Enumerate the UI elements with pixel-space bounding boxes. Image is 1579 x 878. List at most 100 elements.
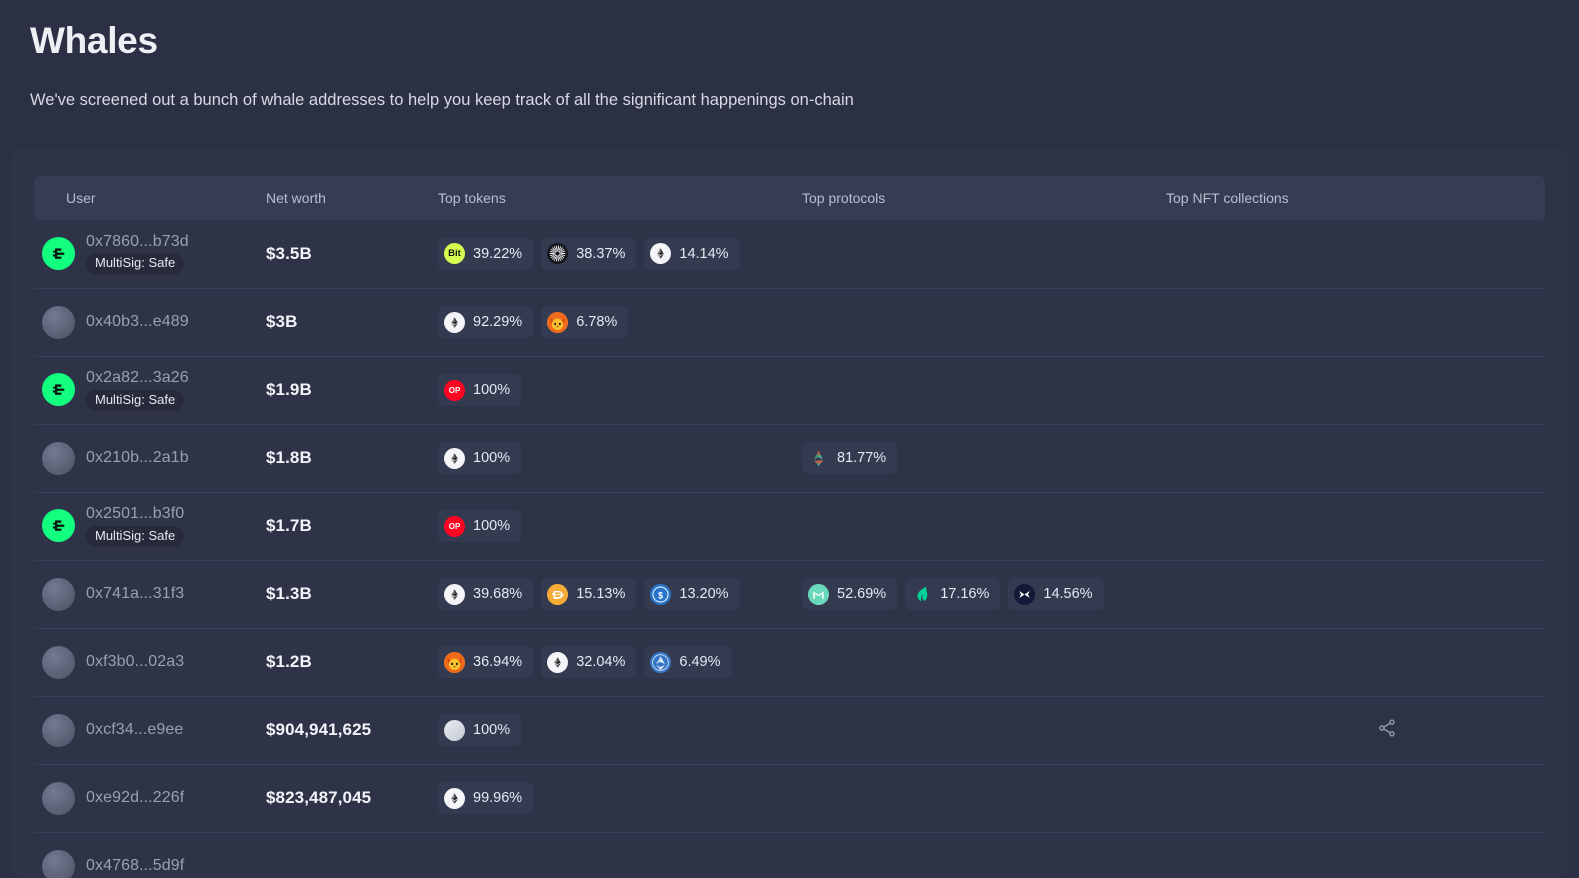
cell-top-protocols: [802, 492, 1166, 560]
networth-value: $1.7B: [266, 516, 312, 535]
token-badge-row: 39.68% 15.13% $13.20%: [438, 578, 802, 610]
table-row[interactable]: 0x4768...5d9f: [34, 832, 1545, 878]
token-badge[interactable]: 99.96%: [438, 782, 533, 814]
cell-top-tokens: 99.96%: [438, 764, 802, 832]
blank-avatar: [42, 578, 75, 611]
protocol-badge[interactable]: 52.69%: [802, 578, 897, 610]
token-badge-percent: 13.20%: [679, 586, 728, 602]
user-address[interactable]: 0xcf34...e9ee: [86, 721, 183, 739]
token-badge[interactable]: 32.04%: [541, 646, 636, 678]
table-row[interactable]: 0xe92d...226f$823,487,04599.96%: [34, 764, 1545, 832]
table-row[interactable]: 0x2501...b3f0 MultiSig: Safe $1.7B OP100%: [34, 492, 1545, 560]
token-badge-percent: 99.96%: [473, 790, 522, 806]
token-badge[interactable]: 92.29%: [438, 306, 533, 338]
user-meta: 0x7860...b73dMultiSig: Safe: [86, 233, 189, 275]
token-badge-percent: 32.04%: [576, 654, 625, 670]
page-title: Whales: [30, 18, 1549, 64]
token-badge-percent: 100%: [473, 518, 510, 534]
cell-top-protocols: [802, 220, 1166, 288]
blank-avatar: [42, 646, 75, 679]
table-body: 0x7860...b73dMultiSig: Safe$3.5BBit39.22…: [34, 220, 1545, 878]
whales-table-card: User Net worth Top tokens Top protocols …: [10, 148, 1569, 878]
token-badge[interactable]: OP100%: [438, 510, 521, 542]
safe-avatar: [42, 237, 75, 270]
token-badge[interactable]: 14.14%: [644, 238, 739, 270]
user-address[interactable]: 0x40b3...e489: [86, 313, 189, 331]
column-header-tokens[interactable]: Top tokens: [438, 176, 802, 220]
protocol-badge-row: 81.77%: [802, 442, 1166, 474]
user-tag-badge: MultiSig: Safe: [86, 526, 184, 547]
cell-user: 0x2a82...3a26MultiSig: Safe: [34, 356, 266, 424]
eth-token-icon: [444, 312, 465, 333]
cell-networth: $3.5B: [266, 220, 438, 288]
token-badge[interactable]: $13.20%: [644, 578, 739, 610]
table-row[interactable]: 0x2a82...3a26MultiSig: Safe$1.9BOP100%: [34, 356, 1545, 424]
user-address[interactable]: 0x741a...31f3: [86, 585, 184, 603]
cell-top-nft-collections: [1166, 696, 1545, 764]
user-address[interactable]: 0x210b...2a1b: [86, 449, 189, 467]
protocol-badge-percent: 52.69%: [837, 586, 886, 602]
token-badge[interactable]: 15.13%: [541, 578, 636, 610]
table-row[interactable]: 0xcf34...e9ee $904,941,625100%: [34, 696, 1545, 764]
token-badge[interactable]: OP100%: [438, 374, 521, 406]
user-cell: 0x210b...2a1b: [34, 442, 266, 475]
compound-protocol-icon: [911, 584, 932, 605]
token-badge-row: 99.96%: [438, 782, 802, 814]
user-address[interactable]: 0x4768...5d9f: [86, 857, 184, 875]
shib-token-icon: [444, 652, 465, 673]
token-badge[interactable]: 36.94%: [438, 646, 533, 678]
cell-networth: $1.3B: [266, 560, 438, 628]
table-row[interactable]: 0xf3b0...02a3 $1.2B36.94% 32.04% 6.49%: [34, 628, 1545, 696]
user-cell: 0x2a82...3a26MultiSig: Safe: [34, 369, 266, 411]
user-meta: 0x2501...b3f0 MultiSig: Safe: [86, 505, 184, 547]
column-header-nfts[interactable]: Top NFT collections: [1166, 176, 1545, 220]
cell-user: 0x210b...2a1b: [34, 424, 266, 492]
token-badge[interactable]: Bit39.22%: [438, 238, 533, 270]
token-badge[interactable]: 6.78%: [541, 306, 628, 338]
table-header: User Net worth Top tokens Top protocols …: [34, 176, 1545, 220]
column-header-protocols[interactable]: Top protocols: [802, 176, 1166, 220]
user-cell: 0x741a...31f3: [34, 578, 266, 611]
user-address[interactable]: 0x7860...b73d: [86, 233, 189, 251]
token-badge[interactable]: 100%: [438, 442, 521, 474]
table-row[interactable]: 0x210b...2a1b$1.8B100%81.77%: [34, 424, 1545, 492]
token-badge-percent: 15.13%: [576, 586, 625, 602]
dai-token-icon: [547, 584, 568, 605]
protocol-badge[interactable]: 17.16%: [905, 578, 1000, 610]
column-header-user[interactable]: User: [34, 176, 266, 220]
table-row[interactable]: 0x7860...b73dMultiSig: Safe $3.5BBit39.22…: [34, 220, 1545, 288]
token-badge-row: OP100%: [438, 374, 802, 406]
column-header-networth[interactable]: Net worth: [266, 176, 438, 220]
user-cell: 0x40b3...e489: [34, 306, 266, 339]
protocol-badge[interactable]: 14.56%: [1008, 578, 1103, 610]
user-address[interactable]: 0x2501...b3f0: [86, 505, 184, 523]
eth-token-icon: [444, 584, 465, 605]
cell-top-tokens: 39.68% 15.13% $13.20%: [438, 560, 802, 628]
user-address[interactable]: 0xf3b0...02a3: [86, 653, 184, 671]
user-cell: 0xe92d...226f: [34, 782, 266, 815]
cell-user: 0x7860...b73dMultiSig: Safe: [34, 220, 266, 288]
table-row[interactable]: 0x40b3...e489$3B92.29%6.78%: [34, 288, 1545, 356]
cell-user: 0x40b3...e489: [34, 288, 266, 356]
token-badge[interactable]: 38.37%: [541, 238, 636, 270]
protocol-badge-percent: 14.56%: [1043, 586, 1092, 602]
cell-top-nft-collections: [1166, 628, 1545, 696]
cell-networth: $1.2B: [266, 628, 438, 696]
user-address[interactable]: 0x2a82...3a26: [86, 369, 189, 387]
protocol-badge[interactable]: 81.77%: [802, 442, 897, 474]
share-icon[interactable]: [1377, 718, 1397, 743]
cell-top-nft-collections: [1166, 832, 1545, 878]
token-badge-percent: 38.37%: [576, 246, 625, 262]
cell-top-tokens: 92.29%6.78%: [438, 288, 802, 356]
user-meta: 0x2a82...3a26MultiSig: Safe: [86, 369, 189, 411]
cell-user: 0xcf34...e9ee: [34, 696, 266, 764]
token-badge[interactable]: 6.49%: [644, 646, 731, 678]
table-row[interactable]: 0x741a...31f3 $1.3B39.68% 15.13% $13.20% 52.…: [34, 560, 1545, 628]
svg-text:$: $: [658, 590, 663, 600]
token-badge[interactable]: 100%: [438, 714, 521, 746]
user-address[interactable]: 0xe92d...226f: [86, 789, 184, 807]
cell-top-tokens: OP100%: [438, 356, 802, 424]
cell-networth: $904,941,625: [266, 696, 438, 764]
whales-table: User Net worth Top tokens Top protocols …: [34, 176, 1545, 878]
token-badge[interactable]: 39.68%: [438, 578, 533, 610]
